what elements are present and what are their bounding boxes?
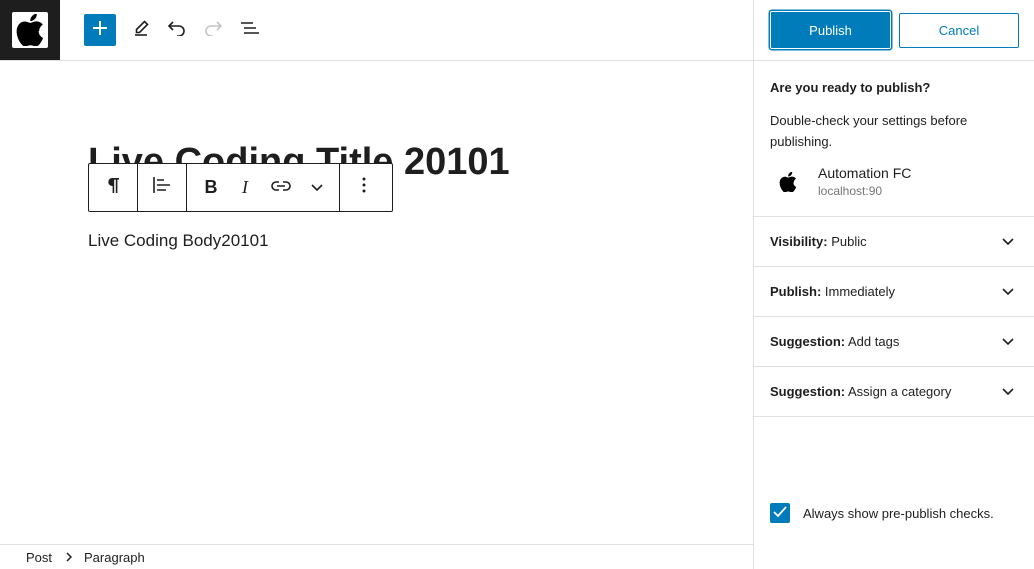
redo-icon bbox=[203, 20, 223, 41]
publish-button[interactable]: Publish bbox=[770, 11, 891, 49]
align-group bbox=[138, 164, 187, 211]
list-view-icon bbox=[240, 20, 260, 41]
panel-suggestion-tags[interactable]: Suggestion: Add tags bbox=[754, 317, 1034, 367]
panel-value: Add tags bbox=[848, 334, 900, 349]
chevron-down-icon bbox=[1002, 234, 1014, 249]
site-card: Automation FC localhost:90 bbox=[770, 164, 1018, 200]
block-toolbar: B I bbox=[88, 163, 393, 212]
pre-publish-header: Publish Cancel bbox=[754, 0, 1034, 61]
chevron-down-icon bbox=[1002, 384, 1014, 399]
site-icon-button[interactable] bbox=[0, 0, 60, 60]
panel-tags-text: Suggestion: Add tags bbox=[770, 334, 899, 349]
align-left-icon bbox=[153, 176, 171, 199]
italic-button[interactable]: I bbox=[231, 164, 259, 211]
tools-button[interactable] bbox=[125, 14, 157, 46]
panel-label: Visibility: bbox=[770, 234, 828, 249]
site-url: localhost:90 bbox=[818, 184, 883, 198]
undo-icon bbox=[167, 20, 187, 41]
cancel-button[interactable]: Cancel bbox=[899, 13, 1019, 48]
panel-label: Suggestion: bbox=[770, 384, 846, 399]
panel-value: Public bbox=[831, 234, 867, 249]
bold-icon: B bbox=[204, 177, 218, 197]
undo-button[interactable] bbox=[161, 14, 193, 46]
always-show-checkbox[interactable] bbox=[770, 503, 790, 523]
chevron-down-icon bbox=[311, 179, 323, 197]
align-button[interactable] bbox=[138, 164, 186, 211]
add-block-button[interactable] bbox=[84, 14, 116, 46]
pre-publish-description: Double-check your settings before publis… bbox=[770, 113, 968, 149]
panel-label: Publish: bbox=[770, 284, 822, 299]
paragraph-block[interactable]: Live Coding Body20101 bbox=[88, 229, 269, 253]
block-breadcrumb: Post Paragraph bbox=[0, 544, 753, 569]
chevron-down-icon bbox=[1002, 284, 1014, 299]
panel-publish-date[interactable]: Publish: Immediately bbox=[754, 267, 1034, 317]
redo-button[interactable] bbox=[197, 14, 229, 46]
breadcrumb-paragraph[interactable]: Paragraph bbox=[84, 550, 145, 565]
more-vertical-icon bbox=[362, 177, 366, 198]
panel-label: Suggestion: bbox=[770, 334, 846, 349]
paragraph-icon bbox=[106, 176, 120, 199]
editor-app: Live Coding Title 20101 Live Coding Body… bbox=[0, 0, 1034, 569]
checkmark-icon bbox=[773, 505, 787, 521]
list-view-button[interactable] bbox=[234, 14, 266, 46]
link-button[interactable] bbox=[259, 164, 303, 211]
panel-visibility[interactable]: Visibility: Public bbox=[754, 217, 1034, 267]
link-icon bbox=[271, 179, 291, 197]
bold-button[interactable]: B bbox=[187, 164, 231, 211]
pre-publish-panel: Publish Cancel Are you ready to publish?… bbox=[753, 0, 1034, 569]
pre-publish-summary: Are you ready to publish? Double-check y… bbox=[754, 61, 1034, 217]
panel-category-text: Suggestion: Assign a category bbox=[770, 384, 951, 399]
panel-suggestion-category[interactable]: Suggestion: Assign a category bbox=[754, 367, 1034, 417]
panel-publish-text: Publish: Immediately bbox=[770, 284, 895, 299]
breadcrumb-post[interactable]: Post bbox=[26, 550, 52, 565]
site-apple-logo-icon bbox=[770, 164, 806, 200]
site-info: Automation FC localhost:90 bbox=[818, 164, 911, 200]
panel-value: Immediately bbox=[824, 284, 895, 299]
chevron-right-icon bbox=[66, 552, 73, 562]
panel-value: Assign a category bbox=[848, 384, 952, 399]
block-type-button[interactable] bbox=[89, 164, 137, 211]
pre-publish-heading: Are you ready to publish? bbox=[770, 80, 931, 95]
panel-visibility-text: Visibility: Public bbox=[770, 234, 867, 249]
plus-icon bbox=[92, 20, 108, 41]
pencil-icon bbox=[132, 19, 150, 42]
apple-logo-icon bbox=[12, 12, 48, 48]
italic-icon: I bbox=[242, 177, 248, 197]
format-group: B I bbox=[187, 164, 340, 211]
always-show-checks: Always show pre-publish checks. bbox=[770, 503, 994, 523]
block-options-button[interactable] bbox=[340, 164, 388, 211]
site-name: Automation FC bbox=[818, 165, 912, 181]
block-type-group bbox=[89, 164, 138, 211]
always-show-label[interactable]: Always show pre-publish checks. bbox=[803, 506, 994, 521]
options-group bbox=[340, 164, 388, 211]
editor-canvas: Live Coding Title 20101 Live Coding Body… bbox=[0, 61, 753, 544]
chevron-down-icon bbox=[1002, 334, 1014, 349]
editor-header bbox=[0, 0, 753, 61]
more-rich-text-button[interactable] bbox=[303, 164, 339, 211]
